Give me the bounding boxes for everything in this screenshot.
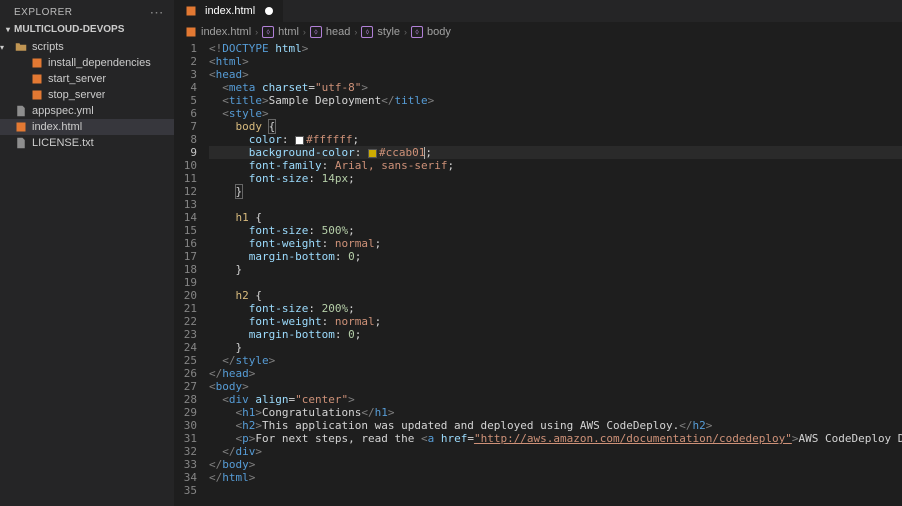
code-line[interactable]: margin-bottom: 0; (209, 328, 902, 341)
code-line[interactable]: font-size: 14px; (209, 172, 902, 185)
line-gutter: 1234567891011121314151617181920212223242… (175, 42, 209, 506)
code-line[interactable]: </head> (209, 367, 902, 380)
explorer-sidebar: EXPLORER ⋯ ▾ MULTICLOUD-DEVOPS ▾scriptsi… (0, 0, 175, 506)
code-line[interactable]: </html> (209, 471, 902, 484)
tree-item-label: start_server (48, 73, 106, 85)
dirty-indicator-icon (265, 7, 273, 15)
file-icon (30, 89, 44, 101)
file-LICENSE.txt[interactable]: LICENSE.txt (0, 135, 174, 151)
file-stop_server[interactable]: stop_server (0, 87, 174, 103)
file-icon (14, 121, 28, 133)
code-editor[interactable]: 1234567891011121314151617181920212223242… (175, 42, 902, 506)
code-line[interactable]: color: #ffffff; (209, 133, 902, 146)
code-line[interactable]: font-size: 500%; (209, 224, 902, 237)
code-line[interactable] (209, 484, 902, 497)
explorer-more-icon[interactable]: ⋯ (150, 5, 165, 19)
breadcrumb-separator-icon: › (404, 27, 407, 37)
project-name: MULTICLOUD-DEVOPS (14, 24, 124, 35)
tab-index-html[interactable]: index.html (175, 0, 283, 22)
code-line[interactable]: <!DOCTYPE html> (209, 42, 902, 55)
file-icon (30, 73, 44, 85)
code-line[interactable]: h2 { (209, 289, 902, 302)
breadcrumb-separator-icon: › (303, 27, 306, 37)
tree-item-label: appspec.yml (32, 105, 94, 117)
code-line[interactable]: <meta charset="utf-8"> (209, 81, 902, 94)
tree-item-label: scripts (32, 41, 64, 53)
tree-item-label: install_dependencies (48, 57, 151, 69)
code-line[interactable]: font-family: Arial, sans-serif; (209, 159, 902, 172)
breadcrumb-style[interactable]: ⬨style (361, 26, 400, 38)
code-area[interactable]: <!DOCTYPE html><html><head> <meta charse… (209, 42, 902, 506)
breadcrumb-body[interactable]: ⬨body (411, 26, 451, 38)
code-line[interactable]: font-weight: normal; (209, 237, 902, 250)
code-line[interactable]: margin-bottom: 0; (209, 250, 902, 263)
tree-item-label: index.html (32, 121, 82, 133)
breadcrumb-head[interactable]: ⬨head (310, 26, 350, 38)
code-line[interactable] (209, 276, 902, 289)
code-line[interactable]: h1 { (209, 211, 902, 224)
code-line[interactable]: <h1>Congratulations</h1> (209, 406, 902, 419)
symbol-icon: ⬨ (262, 26, 274, 38)
file-appspec.yml[interactable]: appspec.yml (0, 103, 174, 119)
code-line[interactable]: <div align="center"> (209, 393, 902, 406)
breadcrumb-separator-icon: › (354, 27, 357, 37)
editor-main: index.html index.html›⬨html›⬨head›⬨style… (175, 0, 902, 506)
code-line[interactable]: <style> (209, 107, 902, 120)
symbol-icon: ⬨ (310, 26, 322, 38)
breadcrumb-separator-icon: › (255, 27, 258, 37)
file-tree: ▾scripts install_dependencies start_server… (0, 37, 174, 153)
file-icon (30, 57, 44, 69)
yml-icon (14, 105, 28, 117)
explorer-header: EXPLORER ⋯ (0, 0, 174, 22)
code-line[interactable]: font-size: 200%; (209, 302, 902, 315)
code-line[interactable]: } (209, 341, 902, 354)
code-line[interactable]: background-color: #ccab01; (209, 146, 902, 159)
file-index.html[interactable]: index.html (0, 119, 174, 135)
code-line[interactable]: font-weight: normal; (209, 315, 902, 328)
code-line[interactable]: } (209, 185, 902, 198)
explorer-title: EXPLORER (14, 7, 72, 18)
tab-label: index.html (205, 5, 255, 17)
breadcrumb-html[interactable]: ⬨html (262, 26, 299, 38)
symbol-icon: ⬨ (411, 26, 423, 38)
breadcrumb-index.html[interactable]: index.html (185, 26, 251, 38)
project-section-header[interactable]: ▾ MULTICLOUD-DEVOPS (0, 22, 174, 37)
tree-item-label: LICENSE.txt (32, 137, 94, 149)
breadcrumbs[interactable]: index.html › ⬨html › ⬨head › ⬨style › ⬨body (175, 22, 902, 42)
file-start_server[interactable]: start_server (0, 71, 174, 87)
folder-icon (14, 41, 28, 53)
code-line[interactable]: <body> (209, 380, 902, 393)
code-line[interactable]: <p>For next steps, read the <a href="htt… (209, 432, 902, 445)
code-line[interactable]: </body> (209, 458, 902, 471)
chevron-down-icon: ▾ (6, 25, 10, 34)
lic-icon (14, 137, 28, 149)
html-file-icon (185, 5, 199, 17)
symbol-icon: ⬨ (361, 26, 373, 38)
file-install_dependencies[interactable]: install_dependencies (0, 55, 174, 71)
code-line[interactable]: </style> (209, 354, 902, 367)
folder-scripts[interactable]: ▾scripts (0, 39, 174, 55)
code-line[interactable]: } (209, 263, 902, 276)
code-line[interactable]: <html> (209, 55, 902, 68)
tab-bar: index.html (175, 0, 902, 22)
code-line[interactable]: <title>Sample Deployment</title> (209, 94, 902, 107)
code-line[interactable]: </div> (209, 445, 902, 458)
code-line[interactable]: body { (209, 120, 902, 133)
tree-item-label: stop_server (48, 89, 105, 101)
code-line[interactable]: <head> (209, 68, 902, 81)
code-line[interactable]: <h2>This application was updated and dep… (209, 419, 902, 432)
html-file-icon (185, 26, 197, 38)
code-line[interactable] (209, 198, 902, 211)
